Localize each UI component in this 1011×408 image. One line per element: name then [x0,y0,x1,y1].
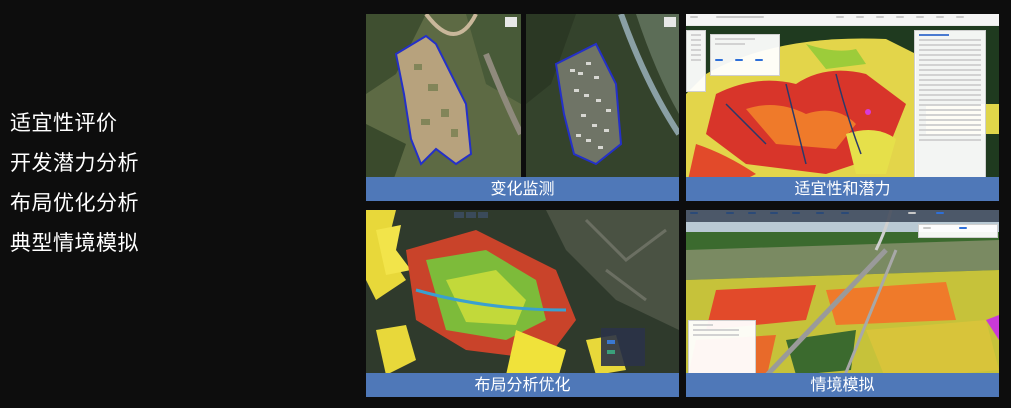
toolbar-button[interactable] [770,212,778,214]
panel-layout-optimization: 布局分析优化 [366,210,679,397]
toolbar-button[interactable] [916,16,924,18]
toolbar-button[interactable] [792,212,800,214]
scenario-options [918,224,998,238]
toolbar-button[interactable] [956,16,964,18]
top-toolbar [686,14,999,25]
toolbar-button[interactable] [816,212,824,214]
toolbar-button[interactable] [690,212,698,214]
scenario-toolbar [686,210,999,222]
toolbar-button[interactable] [841,212,849,214]
feature-item-potential: 开发潜力分析 [10,151,139,175]
toolbar-search[interactable] [716,16,764,18]
toolbar-button[interactable] [726,212,734,214]
toolbar-button[interactable] [748,212,756,214]
toolbar-button[interactable] [936,212,944,214]
toolbar-button[interactable] [856,16,864,18]
terrain-3d-map [366,210,679,397]
panel-change-monitoring: 变化监测 [366,14,679,201]
satellite-image-before [366,14,521,201]
feature-item-layout: 布局优化分析 [10,191,139,215]
feature-item-scenario: 典型情境模拟 [10,231,139,255]
slide-page: 适宜性评价 开发潜力分析 布局优化分析 典型情境模拟 变化监测 适宜性和潜力 布… [0,0,1011,408]
caption-layout-optimization: 布局分析优化 [366,373,679,397]
attribute-panel [914,30,986,182]
scenario-legend-panel [688,320,756,376]
option-button[interactable] [959,227,967,229]
feature-list: 适宜性评价 开发潜力分析 布局优化分析 典型情境模拟 [10,106,139,260]
side-tool-menu [686,30,706,92]
analysis-dialog [710,34,780,76]
option-button[interactable] [923,227,931,229]
toolbar-button[interactable] [876,16,884,18]
toolbar-button[interactable] [690,16,698,18]
caption-scenario-simulation: 情境模拟 [686,373,999,397]
caption-suitability-potential: 适宜性和潜力 [686,177,999,201]
caption-change-monitoring: 变化监测 [366,177,679,201]
toolbar-button[interactable] [836,16,844,18]
dialog-button[interactable] [715,59,723,61]
toolbar-button[interactable] [908,212,916,214]
toolbar-button[interactable] [936,16,944,18]
toolbar-button[interactable] [896,16,904,18]
panel-suitability-potential: 适宜性和潜力 [686,14,999,201]
feature-item-suitability: 适宜性评价 [10,111,118,135]
dialog-button[interactable] [755,59,763,61]
dialog-button[interactable] [735,59,743,61]
panel-scenario-simulation: 情境模拟 [686,210,999,397]
satellite-image-after [526,14,679,201]
